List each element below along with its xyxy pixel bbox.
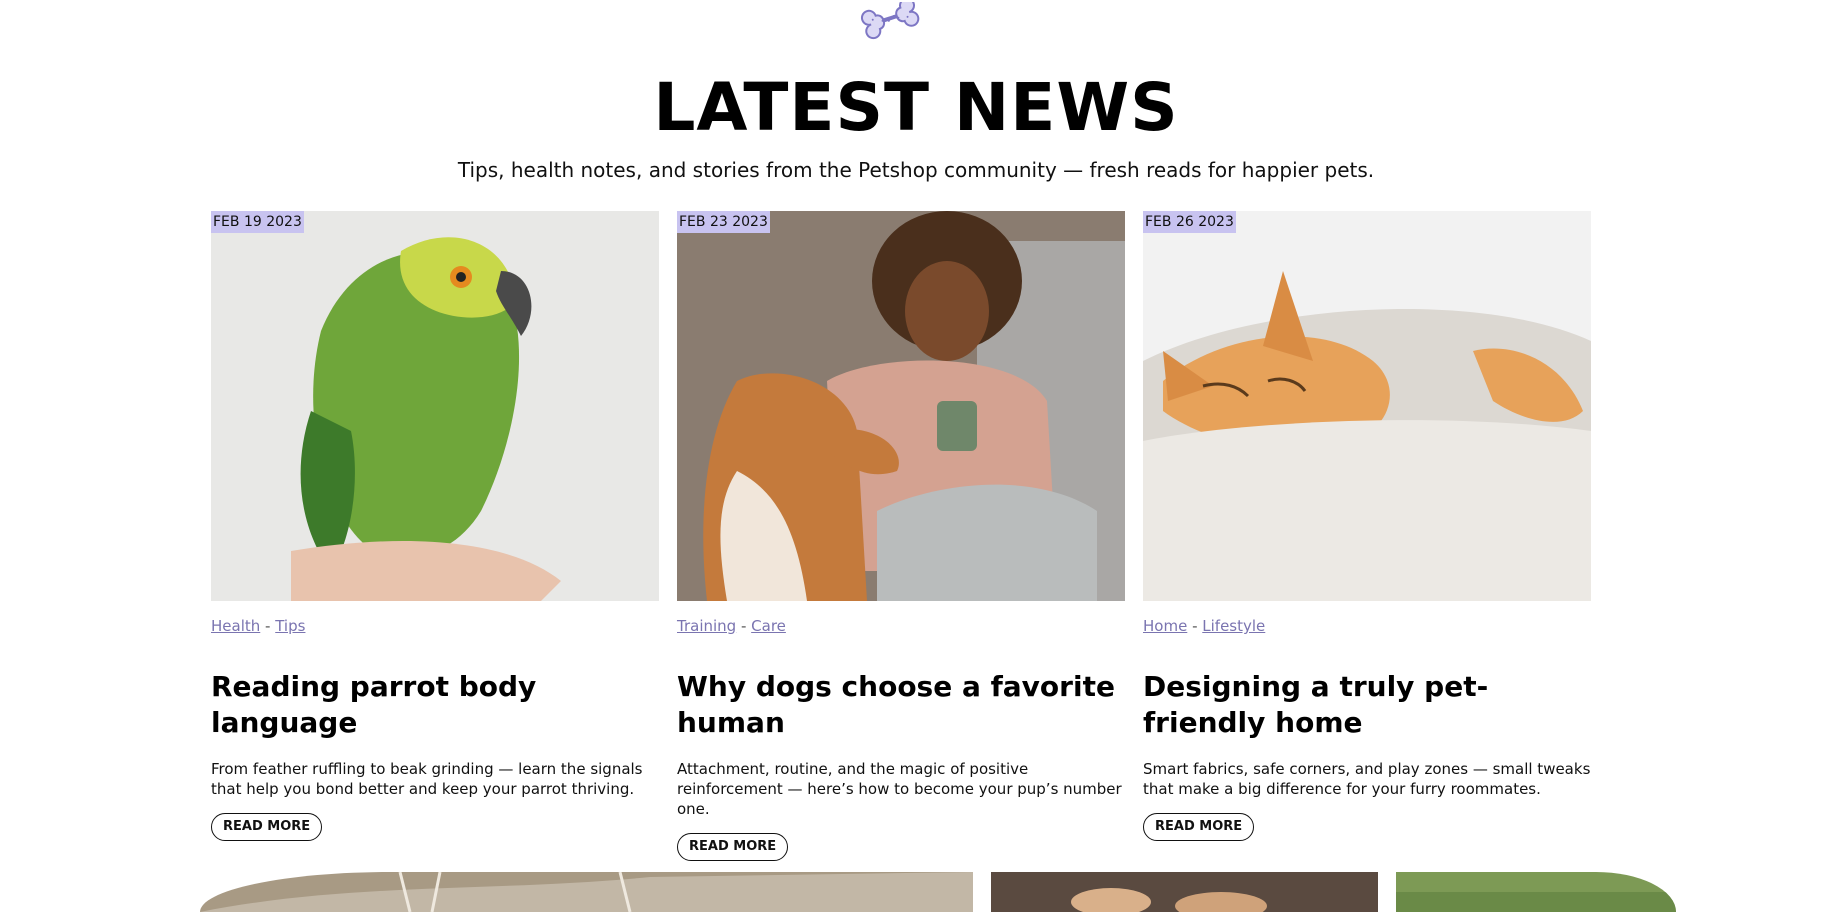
tag-link[interactable]: Health xyxy=(211,617,260,635)
post-title[interactable]: Designing a truly pet-friendly home xyxy=(1143,669,1591,741)
post-excerpt: Attachment, routine, and the magic of po… xyxy=(677,760,1122,818)
gallery-image xyxy=(200,872,973,912)
post-tags: Training - Care xyxy=(677,617,786,635)
gallery-image xyxy=(1396,872,1676,912)
section-title: LATEST NEWS xyxy=(653,69,1179,146)
read-more-button[interactable]: READ MORE xyxy=(677,833,789,861)
tag-link[interactable]: Training xyxy=(677,617,736,635)
bone-icon xyxy=(860,0,924,46)
read-more-button[interactable]: READ MORE xyxy=(211,813,323,841)
post-tags: Health - Tips xyxy=(211,617,306,635)
post-excerpt: Smart fabrics, safe corners, and play zo… xyxy=(1143,760,1591,798)
post-title[interactable]: Reading parrot body language xyxy=(211,669,659,741)
gallery-image xyxy=(991,872,1378,912)
tag-link[interactable]: Lifestyle xyxy=(1202,617,1265,635)
woman-dog-image[interactable]: FEB 23 2023 xyxy=(677,211,1125,601)
read-more-button[interactable]: READ MORE xyxy=(1143,813,1255,841)
news-card: FEB 26 2023 Home - Lifestyle Designing a… xyxy=(1143,211,1591,841)
post-date: FEB 26 2023 xyxy=(1143,211,1236,233)
tag-link[interactable]: Care xyxy=(751,617,786,635)
post-date: FEB 23 2023 xyxy=(677,211,770,233)
post-excerpt: From feather ruffling to beak grinding —… xyxy=(211,760,643,798)
section-subtitle: Tips, health notes, and stories from the… xyxy=(457,158,1375,182)
post-date: FEB 19 2023 xyxy=(211,211,304,233)
post-tags: Home - Lifestyle xyxy=(1143,617,1266,635)
tag-link[interactable]: Home xyxy=(1143,617,1187,635)
cat-image[interactable]: FEB 26 2023 xyxy=(1143,211,1591,601)
news-card: FEB 19 2023 Health - Tips Reading parrot… xyxy=(211,211,659,841)
tag-link[interactable]: Tips xyxy=(275,617,305,635)
parrot-image[interactable]: FEB 19 2023 xyxy=(211,211,659,601)
news-card: FEB 23 2023 Training - Care Why dogs cho… xyxy=(677,211,1125,861)
post-title[interactable]: Why dogs choose a favorite human xyxy=(677,669,1125,741)
